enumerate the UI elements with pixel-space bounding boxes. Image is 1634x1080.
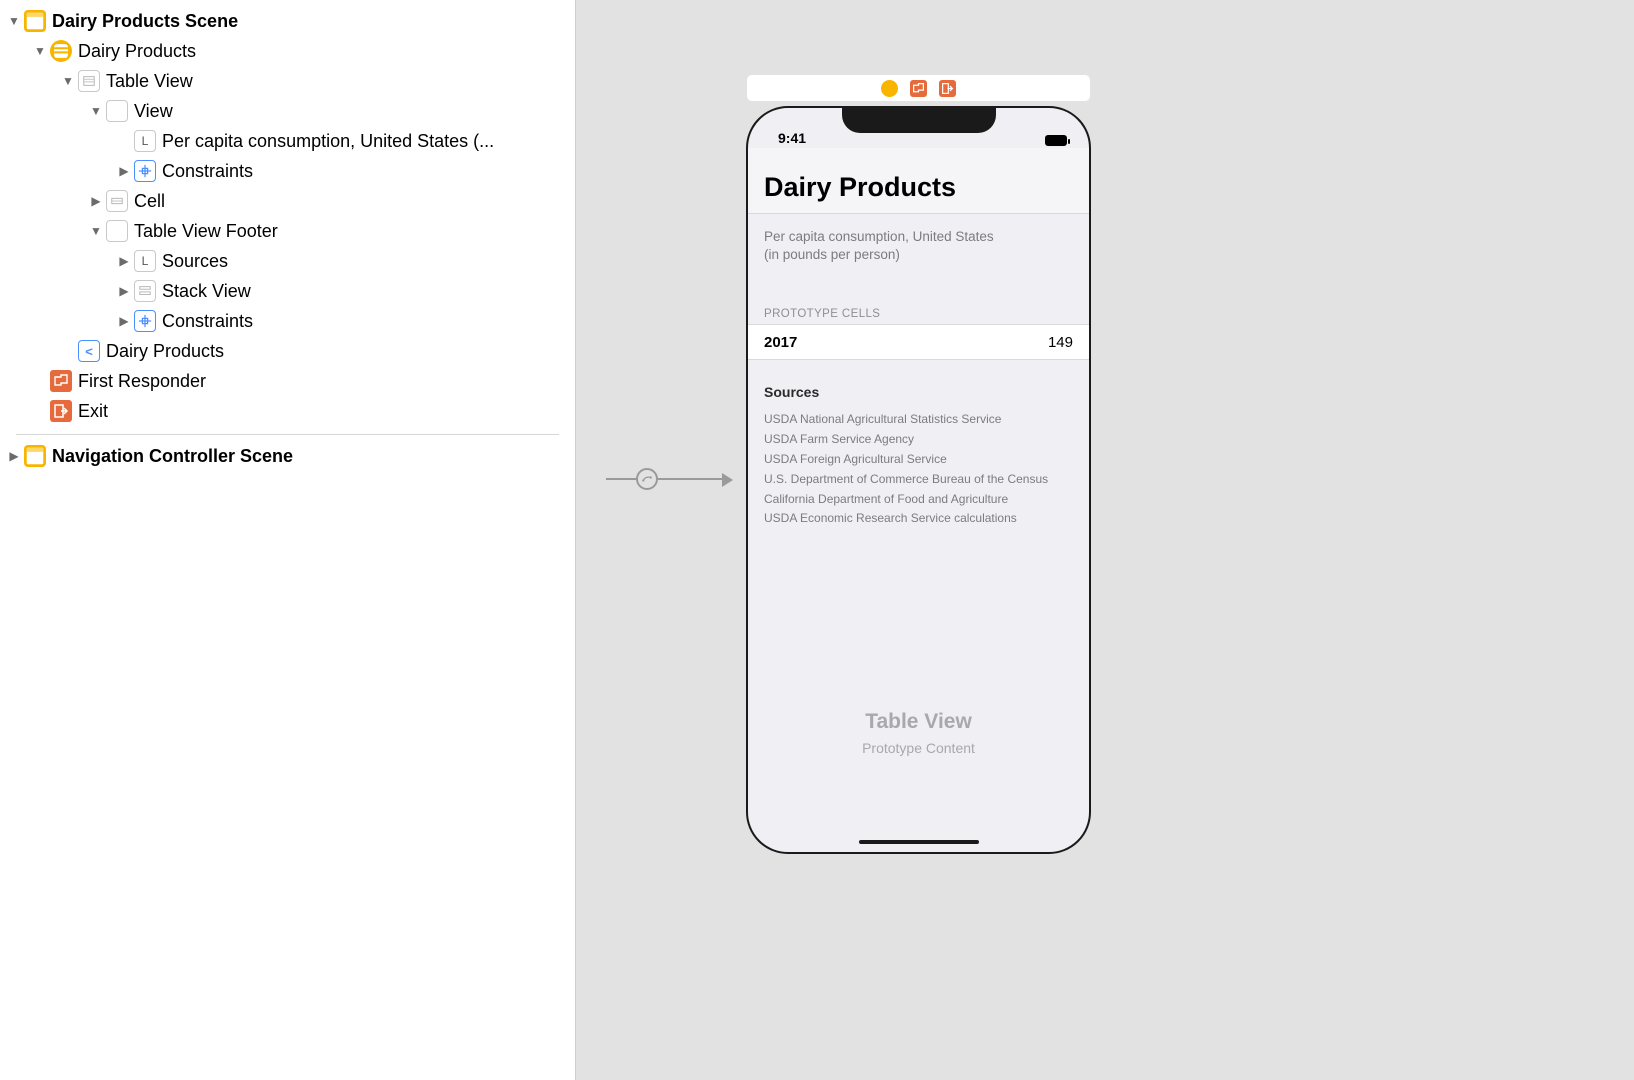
disclosure-icon[interactable]: ▼ (60, 74, 76, 88)
header-label-row[interactable]: L Per capita consumption, United States … (0, 126, 575, 156)
cell-year: 2017 (764, 334, 797, 351)
source-line: California Department of Food and Agricu… (764, 490, 1073, 510)
battery-icon (1045, 135, 1067, 146)
large-title: Dairy Products (748, 148, 1089, 213)
stackview-label: Stack View (162, 281, 251, 302)
cell-label: Cell (134, 191, 165, 212)
view-icon (106, 220, 128, 242)
prototype-cell[interactable]: 2017 149 (748, 324, 1089, 360)
cell-row[interactable]: ▶ Cell (0, 186, 575, 216)
prototype-cells-header: PROTOTYPE CELLS (748, 268, 1089, 324)
nav-scene-label: Navigation Controller Scene (52, 446, 293, 467)
first-responder-icon (50, 370, 72, 392)
scene-row-dairy-products-scene[interactable]: ▼ Dairy Products Scene (0, 6, 575, 36)
source-line: USDA Farm Service Agency (764, 430, 1073, 450)
disclosure-icon[interactable]: ▼ (88, 104, 104, 118)
tableview-icon (78, 70, 100, 92)
tableview-label: Table View (106, 71, 193, 92)
sources-label-row[interactable]: ▶ L Sources (0, 246, 575, 276)
placeholder-title: Table View (748, 710, 1089, 734)
sources-title: Sources (764, 384, 1073, 400)
view-icon (106, 100, 128, 122)
label-icon: L (134, 250, 156, 272)
constraints-icon (134, 310, 156, 332)
viewcontroller-icon (50, 40, 72, 62)
constraints2-label: Constraints (162, 311, 253, 332)
header-label-text: Per capita consumption, United States (.… (162, 131, 494, 152)
scene-icon (24, 445, 46, 467)
scene-dock-vc-icon[interactable] (881, 80, 898, 97)
disclosure-icon[interactable]: ▼ (32, 44, 48, 58)
navitem-row[interactable]: < Dairy Products (0, 336, 575, 366)
sources-label: Sources (162, 251, 228, 272)
segue-badge[interactable] (636, 468, 658, 490)
status-time: 9:41 (778, 130, 806, 146)
table-header-subtitle: Per capita consumption, United States (i… (748, 214, 1089, 268)
source-line: U.S. Department of Commerce Bureau of th… (764, 470, 1073, 490)
exit-icon (50, 400, 72, 422)
subtitle-line1: Per capita consumption, United States (764, 228, 1073, 246)
storyboard-canvas[interactable]: 9:41 Dairy Products Per capita consumpti… (576, 0, 1634, 1080)
scene-dock[interactable] (746, 74, 1091, 102)
scene-dock-first-responder-icon[interactable] (910, 80, 927, 97)
table-footer: Sources USDA National Agricultural Stati… (748, 360, 1089, 545)
scene-dock-exit-icon[interactable] (939, 80, 956, 97)
subtitle-line2: (in pounds per person) (764, 246, 1073, 264)
header-view-label: View (134, 101, 173, 122)
iphone-notch (842, 106, 996, 133)
disclosure-icon[interactable]: ▶ (116, 164, 132, 178)
scene-icon (24, 10, 46, 32)
first-responder-label: First Responder (78, 371, 206, 392)
constraints-label: Constraints (162, 161, 253, 182)
header-view-row[interactable]: ▼ View (0, 96, 575, 126)
source-line: USDA National Agricultural Statistics Se… (764, 410, 1073, 430)
home-indicator (859, 840, 979, 844)
outline-separator (16, 434, 559, 435)
segue-arrow-icon (722, 473, 733, 487)
constraints-row-1[interactable]: ▶ Constraints (0, 156, 575, 186)
tableview-row[interactable]: ▼ Table View (0, 66, 575, 96)
label-icon: L (134, 130, 156, 152)
placeholder-sub: Prototype Content (748, 740, 1089, 756)
segue-line (606, 478, 724, 480)
stackview-icon (134, 280, 156, 302)
document-outline[interactable]: ▼ Dairy Products Scene ▼ Dairy Products … (0, 0, 576, 1080)
first-responder-row[interactable]: First Responder (0, 366, 575, 396)
disclosure-icon[interactable]: ▶ (88, 194, 104, 208)
disclosure-icon[interactable]: ▶ (6, 449, 22, 463)
exit-label: Exit (78, 401, 108, 422)
cell-icon (106, 190, 128, 212)
cell-value: 149 (1048, 334, 1073, 351)
stackview-row[interactable]: ▶ Stack View (0, 276, 575, 306)
navitem-icon: < (78, 340, 100, 362)
footer-label: Table View Footer (134, 221, 278, 242)
footer-row[interactable]: ▼ Table View Footer (0, 216, 575, 246)
iphone-canvas[interactable]: 9:41 Dairy Products Per capita consumpti… (746, 106, 1091, 854)
constraints-row-2[interactable]: ▶ Constraints (0, 306, 575, 336)
source-line: USDA Economic Research Service calculati… (764, 509, 1073, 529)
disclosure-icon[interactable]: ▶ (116, 314, 132, 328)
scene-label: Dairy Products Scene (52, 11, 238, 32)
constraints-icon (134, 160, 156, 182)
source-line: USDA Foreign Agricultural Service (764, 450, 1073, 470)
disclosure-icon[interactable]: ▶ (116, 284, 132, 298)
disclosure-icon[interactable]: ▼ (88, 224, 104, 238)
navitem-label: Dairy Products (106, 341, 224, 362)
nav-controller-scene-row[interactable]: ▶ Navigation Controller Scene (0, 441, 575, 471)
vc-row-dairy-products[interactable]: ▼ Dairy Products (0, 36, 575, 66)
disclosure-icon[interactable]: ▶ (116, 254, 132, 268)
tableview-placeholder: Table View Prototype Content (748, 710, 1089, 756)
disclosure-icon[interactable]: ▼ (6, 14, 22, 28)
vc-label: Dairy Products (78, 41, 196, 62)
exit-row[interactable]: Exit (0, 396, 575, 426)
